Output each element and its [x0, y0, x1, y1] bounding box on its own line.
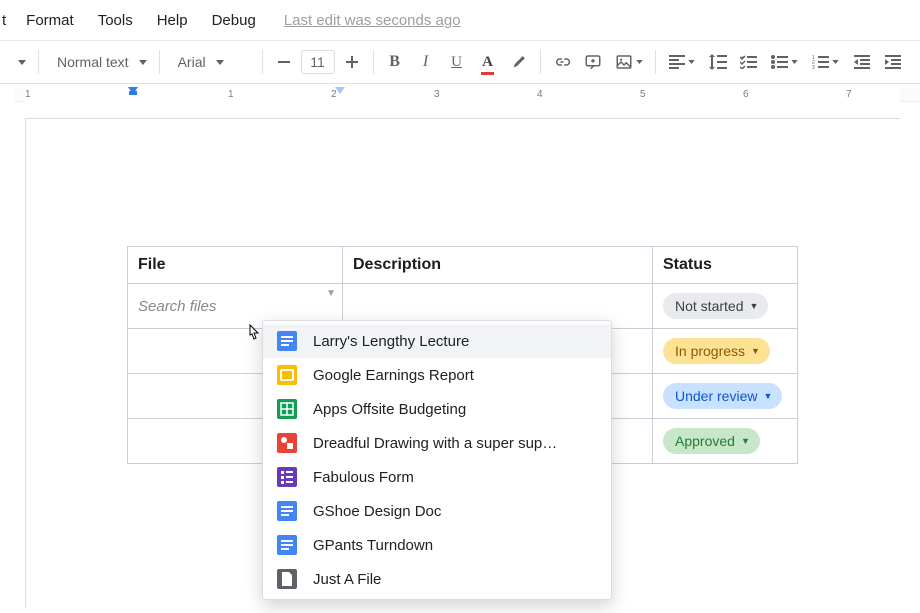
separator: [655, 50, 656, 74]
suggestion-item[interactable]: Google Earnings Report: [263, 358, 611, 392]
ruler-tick: 4: [537, 84, 543, 106]
doc-file-icon: [277, 501, 297, 521]
suggestion-item[interactable]: Fabulous Form: [263, 460, 611, 494]
ruler-tick: 1: [228, 84, 234, 106]
ruler-tick: 7: [846, 84, 852, 106]
toolbar-leading-caret[interactable]: [12, 60, 32, 65]
decrease-indent-button[interactable]: [847, 47, 877, 77]
right-indent-marker[interactable]: [335, 87, 345, 94]
chevron-down-icon[interactable]: ▼: [326, 288, 336, 299]
left-indent-marker[interactable]: [128, 87, 138, 94]
ruler-tick: 3: [434, 84, 440, 106]
suggestion-item[interactable]: Dreadful Drawing with a super sup…: [263, 426, 611, 460]
doc-file-icon: [277, 535, 297, 555]
suggestion-item[interactable]: GPants Turndown: [263, 528, 611, 562]
form-file-icon: [277, 467, 297, 487]
align-button[interactable]: [662, 47, 702, 77]
status-chip-under-review[interactable]: Under review ▼: [663, 383, 782, 409]
suggestion-label: Google Earnings Report: [313, 367, 474, 384]
menu-item-debug[interactable]: Debug: [200, 6, 268, 35]
chevron-down-icon: ▼: [751, 346, 760, 356]
paragraph-style-label: Normal text: [57, 54, 129, 70]
toolbar: Normal text Arial B I U A: [0, 40, 920, 84]
ruler[interactable]: 1 1 2 3 4 5 6 7: [0, 84, 920, 106]
suggestion-item[interactable]: Just A File: [263, 562, 611, 596]
italic-button[interactable]: I: [411, 47, 441, 77]
separator: [540, 50, 541, 74]
suggestion-item[interactable]: Apps Offsite Budgeting: [263, 392, 611, 426]
file-suggestions-popup: Larry's Lengthy Lecture Google Earnings R…: [262, 320, 612, 600]
separator: [38, 50, 39, 74]
separator: [373, 50, 374, 74]
chevron-down-icon: ▼: [763, 391, 772, 401]
menu-bar: t Format Tools Help Debug Last edit was …: [0, 0, 920, 40]
ruler-tick: 1: [25, 84, 31, 106]
numbered-list-button[interactable]: 123: [806, 47, 846, 77]
insert-link-button[interactable]: [547, 47, 577, 77]
status-cell[interactable]: In progress ▼: [652, 328, 798, 374]
text-color-button[interactable]: A: [473, 47, 503, 77]
separator: [159, 50, 160, 74]
separator: [262, 50, 263, 74]
status-cell[interactable]: Under review ▼: [652, 373, 798, 419]
table-header-status: Status: [652, 246, 798, 284]
status-cell[interactable]: Approved ▼: [652, 418, 798, 464]
slide-file-icon: [277, 365, 297, 385]
font-family-select[interactable]: Arial: [166, 47, 256, 77]
suggestion-item[interactable]: GShoe Design Doc: [263, 494, 611, 528]
font-size-decrease-button[interactable]: [269, 47, 299, 77]
status-chip-label: Not started: [675, 298, 743, 314]
insert-image-button[interactable]: [609, 47, 649, 77]
paragraph-style-select[interactable]: Normal text: [45, 47, 153, 77]
ruler-tick: 5: [640, 84, 646, 106]
bulleted-list-button[interactable]: [765, 47, 805, 77]
file-file-icon: [277, 569, 297, 589]
status-chip-approved[interactable]: Approved ▼: [663, 428, 760, 454]
font-size-increase-button[interactable]: [337, 47, 367, 77]
suggestion-label: GShoe Design Doc: [313, 503, 441, 520]
status-chip-label: Under review: [675, 388, 757, 404]
svg-text:3: 3: [812, 65, 815, 69]
last-edit-status[interactable]: Last edit was seconds ago: [284, 12, 461, 29]
menu-item-t[interactable]: t: [2, 6, 14, 35]
font-size-group: [269, 47, 367, 77]
status-chip-label: Approved: [675, 433, 735, 449]
status-chip-in-progress[interactable]: In progress ▼: [663, 338, 770, 364]
font-family-label: Arial: [178, 54, 206, 70]
suggestion-label: Apps Offsite Budgeting: [313, 401, 466, 418]
file-search-placeholder: Search files: [138, 298, 216, 315]
chevron-down-icon: ▼: [749, 301, 758, 311]
draw-file-icon: [277, 433, 297, 453]
highlight-button[interactable]: [504, 47, 534, 77]
status-chip-not-started[interactable]: Not started ▼: [663, 293, 768, 319]
suggestion-label: Dreadful Drawing with a super sup…: [313, 435, 557, 452]
status-cell[interactable]: Not started ▼: [652, 283, 798, 329]
suggestion-label: Larry's Lengthy Lecture: [313, 333, 469, 350]
bold-button[interactable]: B: [380, 47, 410, 77]
chevron-down-icon: [216, 60, 224, 65]
menu-item-tools[interactable]: Tools: [86, 6, 145, 35]
suggestion-item[interactable]: Larry's Lengthy Lecture: [263, 324, 611, 358]
suggestion-label: Just A File: [313, 571, 381, 588]
table-header-description: Description: [342, 246, 653, 284]
suggestion-label: GPants Turndown: [313, 537, 433, 554]
increase-indent-button[interactable]: [878, 47, 908, 77]
menu-item-help[interactable]: Help: [145, 6, 200, 35]
chevron-down-icon: [139, 60, 147, 65]
line-spacing-button[interactable]: [703, 47, 733, 77]
checklist-button[interactable]: [734, 47, 764, 77]
menu-item-format[interactable]: Format: [14, 6, 86, 35]
status-chip-label: In progress: [675, 343, 745, 359]
underline-button[interactable]: U: [442, 47, 472, 77]
table-header-file: File: [127, 246, 343, 284]
sheet-file-icon: [277, 399, 297, 419]
doc-file-icon: [277, 331, 297, 351]
chevron-down-icon: ▼: [741, 436, 750, 446]
ruler-tick: 6: [743, 84, 749, 106]
suggestion-label: Fabulous Form: [313, 469, 414, 486]
add-comment-button[interactable]: [578, 47, 608, 77]
font-size-input[interactable]: [301, 50, 335, 74]
